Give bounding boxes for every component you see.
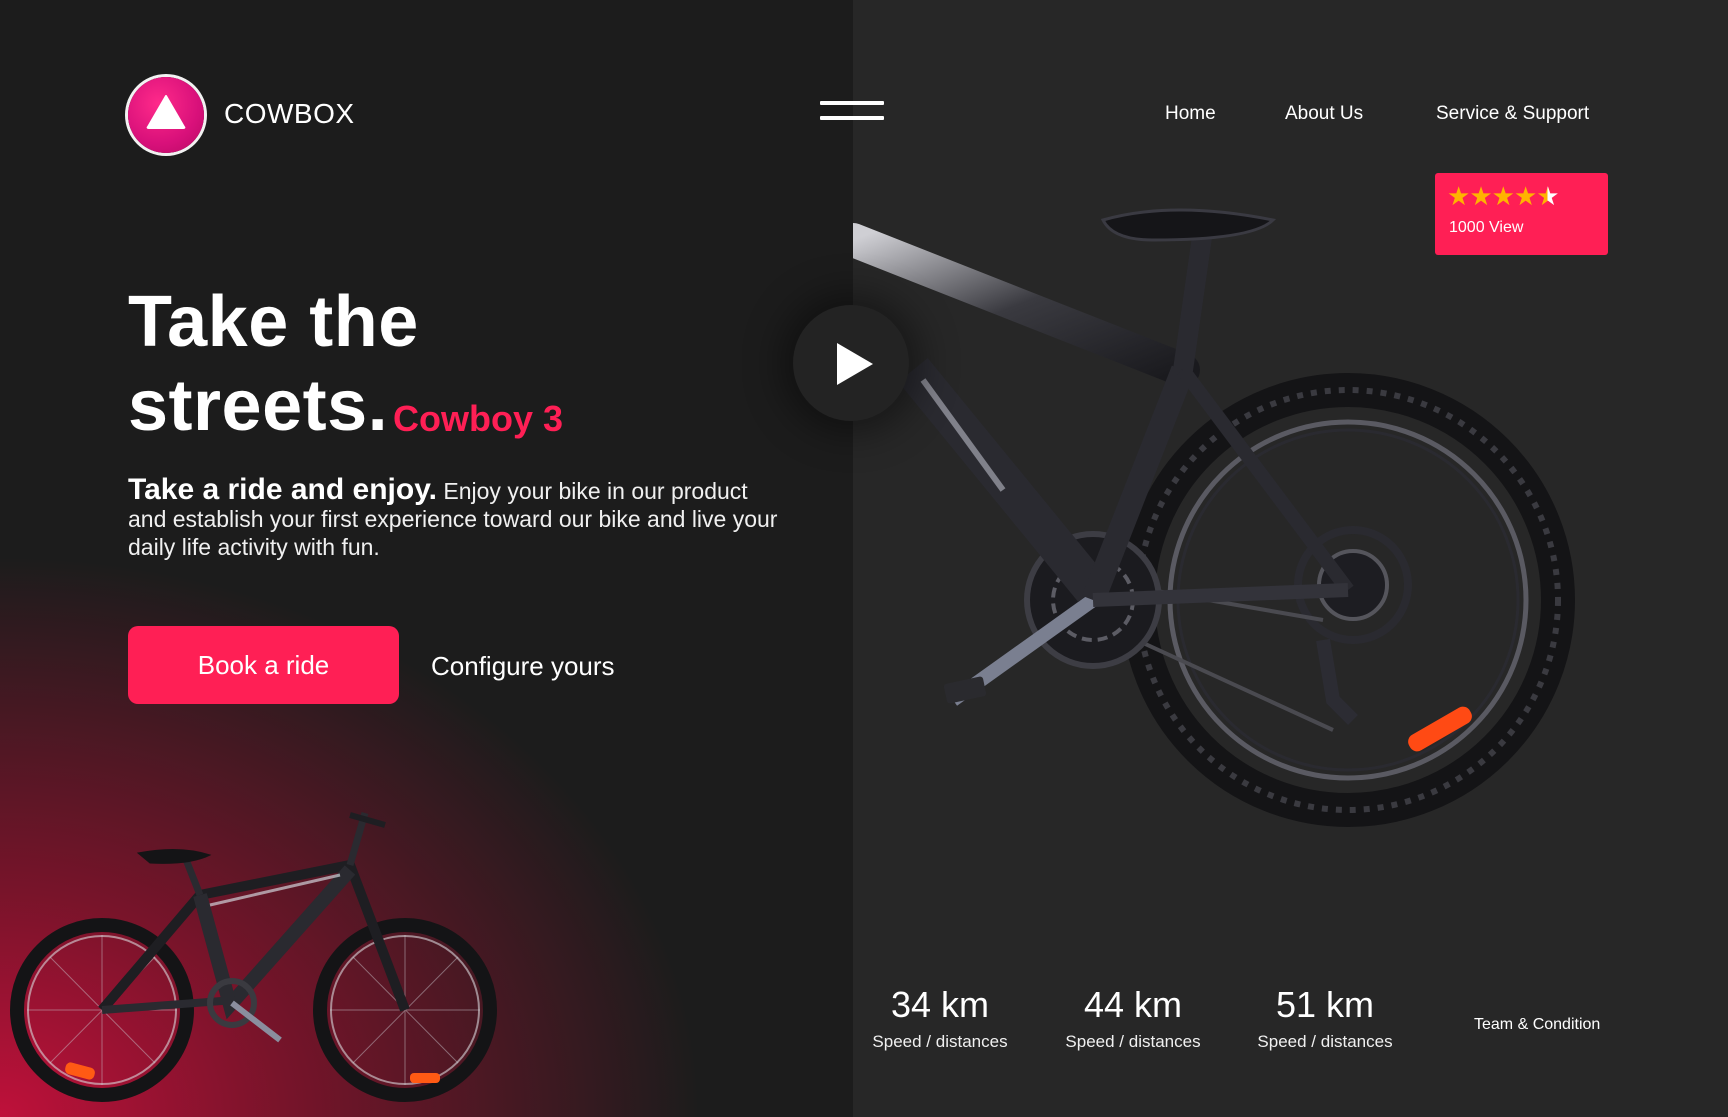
terms-link[interactable]: Team & Condition — [1474, 1016, 1600, 1034]
play-video-button[interactable] — [793, 305, 909, 421]
model-name: Cowboy 3 — [393, 398, 564, 439]
bike-full-image — [10, 812, 497, 1102]
stat-label-2: Speed / distances — [1065, 1032, 1201, 1051]
brand-logo[interactable] — [128, 77, 204, 153]
star-icon: ★ — [1469, 181, 1492, 211]
hero-title-line2: streets. — [128, 366, 389, 446]
hero-lead: Take a ride and enjoy. — [128, 473, 437, 506]
bike-closeup-image — [853, 208, 1575, 827]
hero-description: Take a ride and enjoy. Enjoy your bike i… — [128, 473, 788, 561]
book-ride-button[interactable]: Book a ride — [128, 626, 399, 704]
stat-value-2: 44 km — [1083, 984, 1183, 1025]
view-count: 1000 View — [1449, 219, 1524, 236]
star-icon: ★ — [1513, 181, 1537, 211]
star-icon: ★ — [1447, 181, 1470, 211]
stat-value-1: 34 km — [890, 984, 990, 1025]
star-icon: ★ — [1491, 181, 1515, 211]
play-icon — [837, 343, 873, 385]
star-rating: ★★★★★ — [1447, 181, 1560, 212]
configure-link[interactable]: Configure yours — [431, 651, 615, 682]
half-star-icon: ★ — [1536, 181, 1559, 211]
triangle-icon — [146, 95, 186, 129]
stat-label-1: Speed / distances — [872, 1032, 1008, 1051]
stat-label-3: Speed / distances — [1257, 1032, 1393, 1051]
stat-value-3: 51 km — [1275, 984, 1375, 1025]
rating-card: ★★★★★ 1000 View — [1435, 173, 1608, 255]
nav-home[interactable]: Home — [1165, 103, 1216, 125]
hero-title-line1: Take the — [128, 282, 419, 362]
hamburger-icon[interactable] — [820, 101, 884, 121]
brand-name[interactable]: COWBOX — [224, 98, 355, 130]
nav-service-support[interactable]: Service & Support — [1436, 103, 1589, 125]
nav-about-us[interactable]: About Us — [1285, 103, 1363, 125]
